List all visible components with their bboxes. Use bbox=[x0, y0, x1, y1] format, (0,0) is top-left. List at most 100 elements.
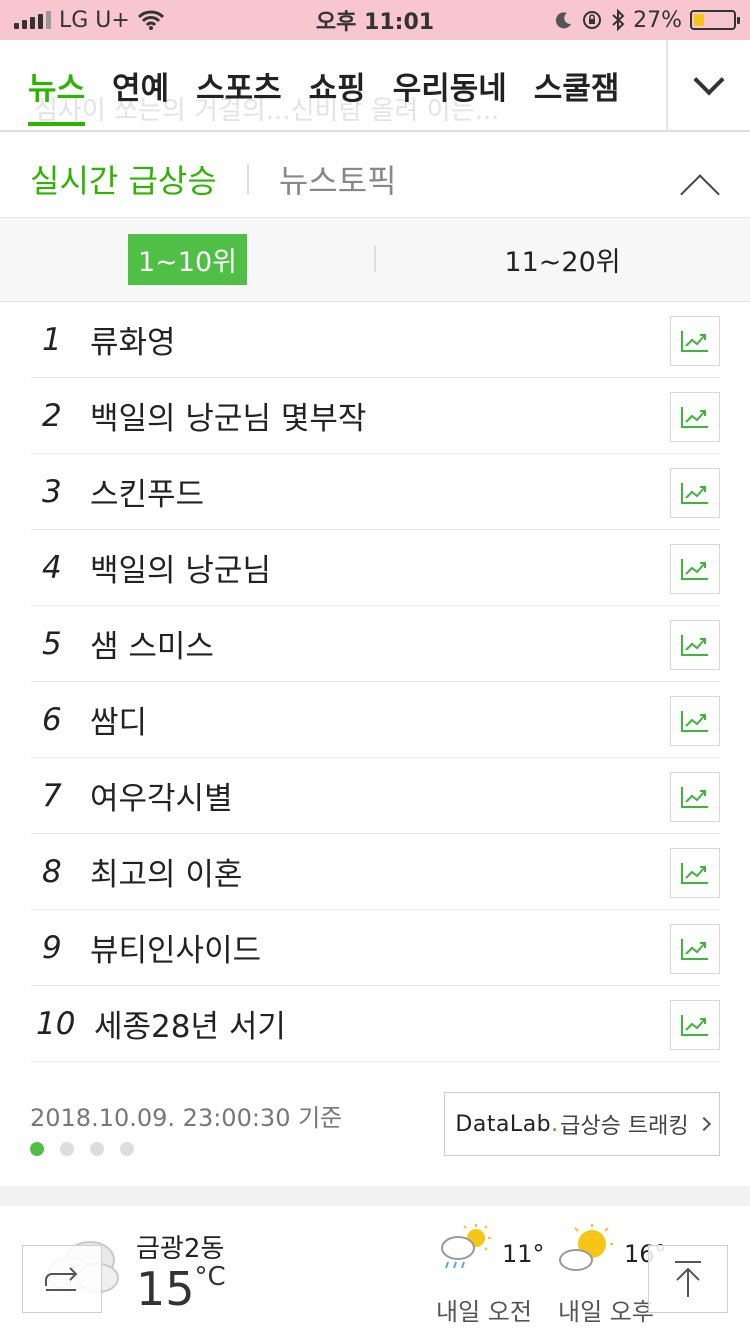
forecast-am-label: 내일 오전 bbox=[436, 1298, 532, 1326]
rank-keyword[interactable]: 최고의 이혼 bbox=[90, 849, 242, 894]
ranking-row[interactable]: 1 류화영 bbox=[30, 302, 720, 378]
share-button[interactable] bbox=[22, 1245, 102, 1313]
rank-number: 5 bbox=[42, 625, 62, 662]
trend-chart-button[interactable] bbox=[670, 468, 720, 518]
expand-tabs-button[interactable] bbox=[666, 40, 750, 130]
rank-number: 10 bbox=[36, 1005, 76, 1042]
ranking-row[interactable]: 2 백일의 낭군님 몇부작 bbox=[30, 378, 720, 454]
header-divider bbox=[246, 163, 249, 194]
ranking-row[interactable]: 7 여우각시별 bbox=[30, 758, 720, 834]
datalab-tracking-button[interactable]: DataLab. 급상승 트래킹 bbox=[444, 1092, 720, 1156]
page-dot[interactable] bbox=[120, 1142, 134, 1156]
forecast-pm-label: 내일 오후 bbox=[558, 1298, 654, 1326]
status-right: 27% bbox=[555, 7, 740, 33]
ranking-row[interactable]: 3 스킨푸드 bbox=[30, 454, 720, 530]
ranking-row[interactable]: 6 쌈디 bbox=[30, 682, 720, 758]
trend-chart-icon bbox=[681, 787, 708, 808]
tab-realtime-rising[interactable]: 실시간 급상승 bbox=[30, 156, 217, 202]
range-11-20-button[interactable]: 11~20위 bbox=[494, 234, 630, 285]
range-divider bbox=[374, 246, 376, 272]
rank-number: 4 bbox=[42, 549, 62, 586]
rank-number: 9 bbox=[42, 929, 62, 966]
weather-temperature: 15°C bbox=[136, 1262, 226, 1316]
trend-chart-button[interactable] bbox=[670, 1000, 720, 1050]
rain-sun-icon bbox=[441, 1224, 491, 1269]
ranking-list: 1 류화영 2 백일의 낭군님 몇부작 3 스킨푸드 4 백일의 낭군님 5 샘 스미스 6 쌈디 7 여… bbox=[30, 302, 720, 1062]
tab-shopping[interactable]: 쇼핑 bbox=[309, 40, 366, 130]
battery-icon bbox=[690, 10, 740, 30]
trend-chart-button[interactable] bbox=[670, 620, 720, 670]
page-indicator bbox=[30, 1142, 134, 1156]
forecast-am-temp: 11° bbox=[502, 1240, 545, 1268]
signal-icon bbox=[14, 11, 51, 29]
ranking-row[interactable]: 9 뷰티인사이드 bbox=[30, 910, 720, 986]
rank-number: 3 bbox=[42, 473, 62, 510]
status-left: LG U+ bbox=[14, 8, 164, 33]
rank-number: 7 bbox=[42, 777, 62, 814]
rank-keyword[interactable]: 백일의 낭군님 bbox=[90, 545, 271, 590]
rank-keyword[interactable]: 백일의 낭군님 몇부작 bbox=[90, 393, 366, 438]
tab-news-topic[interactable]: 뉴스토픽 bbox=[279, 156, 397, 202]
tab-sports[interactable]: 스포츠 bbox=[196, 40, 282, 130]
page-dot[interactable] bbox=[90, 1142, 104, 1156]
bluetooth-icon bbox=[612, 9, 625, 31]
trend-chart-icon bbox=[681, 1015, 708, 1036]
datalab-label: 급상승 트래킹 bbox=[560, 1114, 689, 1139]
tab-schooljam[interactable]: 스쿨잼 bbox=[534, 40, 620, 130]
trend-chart-icon bbox=[681, 483, 708, 504]
ranking-row[interactable]: 4 백일의 낭군님 bbox=[30, 530, 720, 606]
rank-keyword[interactable]: 스킨푸드 bbox=[90, 469, 204, 514]
weather-temp-unit: °C bbox=[194, 1262, 226, 1292]
rank-keyword[interactable]: 류화영 bbox=[90, 317, 176, 362]
rank-range-switch: 1~10위 11~20위 bbox=[0, 218, 750, 302]
rank-keyword[interactable]: 쌈디 bbox=[90, 697, 147, 742]
rotation-lock-icon bbox=[583, 11, 602, 29]
trend-chart-icon bbox=[681, 559, 708, 580]
weather-temp-value: 15 bbox=[136, 1262, 195, 1316]
share-arrow-icon bbox=[45, 1267, 78, 1291]
trend-chart-button[interactable] bbox=[670, 316, 720, 366]
trend-chart-icon bbox=[681, 331, 708, 352]
ranking-row[interactable]: 8 최고의 이혼 bbox=[30, 834, 720, 910]
datalab-brand: DataLab bbox=[455, 1111, 552, 1137]
datalab-dot: . bbox=[551, 1111, 559, 1137]
ranking-footer: 2018.10.09. 23:00:30 기준 DataLab. 급상승 트래킹 bbox=[0, 1062, 750, 1186]
chevron-right-icon bbox=[696, 1116, 711, 1132]
top-tab-bar: 심사이 쏘는의 거걸의...신비람 올려 이는... 뉴스 연예 스포츠 쇼핑 … bbox=[0, 40, 750, 132]
weather-location: 금광2동 bbox=[136, 1234, 225, 1264]
weather-widget[interactable]: 금광2동 15°C 11° 내일 오전 16° 내일 오후 bbox=[0, 1206, 750, 1334]
range-1-10-button[interactable]: 1~10위 bbox=[128, 234, 247, 285]
trend-chart-icon bbox=[681, 711, 708, 732]
ranking-row[interactable]: 10 세종28년 서기 bbox=[30, 986, 720, 1062]
ranking-row[interactable]: 5 샘 스미스 bbox=[30, 606, 720, 682]
rank-number: 8 bbox=[42, 853, 62, 890]
chevron-up-icon[interactable] bbox=[680, 168, 720, 208]
chevron-down-icon bbox=[693, 64, 725, 96]
wifi-icon bbox=[137, 10, 164, 30]
partly-cloudy-icon bbox=[559, 1224, 613, 1271]
trend-chart-button[interactable] bbox=[670, 924, 720, 974]
trend-chart-button[interactable] bbox=[670, 392, 720, 442]
rank-keyword[interactable]: 여우각시별 bbox=[90, 773, 233, 818]
tab-news[interactable]: 뉴스 bbox=[28, 40, 86, 130]
tab-entertainment[interactable]: 연예 bbox=[112, 40, 169, 130]
rank-number: 2 bbox=[42, 397, 62, 434]
rank-keyword[interactable]: 세종28년 서기 bbox=[94, 1001, 286, 1046]
battery-percent: 27% bbox=[633, 7, 682, 33]
trend-chart-button[interactable] bbox=[670, 544, 720, 594]
scroll-top-button[interactable] bbox=[648, 1245, 728, 1313]
rank-keyword[interactable]: 샘 스미스 bbox=[90, 621, 214, 666]
tab-neighborhood[interactable]: 우리동네 bbox=[393, 40, 507, 130]
trend-chart-button[interactable] bbox=[670, 848, 720, 898]
moon-icon bbox=[555, 12, 572, 29]
rank-number: 6 bbox=[42, 701, 62, 738]
carrier-label: LG U+ bbox=[59, 7, 130, 33]
trend-chart-icon bbox=[681, 939, 708, 960]
trend-chart-button[interactable] bbox=[670, 772, 720, 822]
page-dot[interactable] bbox=[60, 1142, 74, 1156]
trend-chart-button[interactable] bbox=[670, 696, 720, 746]
trend-chart-icon bbox=[681, 407, 708, 428]
page-dot[interactable] bbox=[30, 1142, 44, 1156]
section-header: 실시간 급상승 뉴스토픽 bbox=[0, 140, 750, 218]
rank-keyword[interactable]: 뷰티인사이드 bbox=[90, 925, 261, 970]
